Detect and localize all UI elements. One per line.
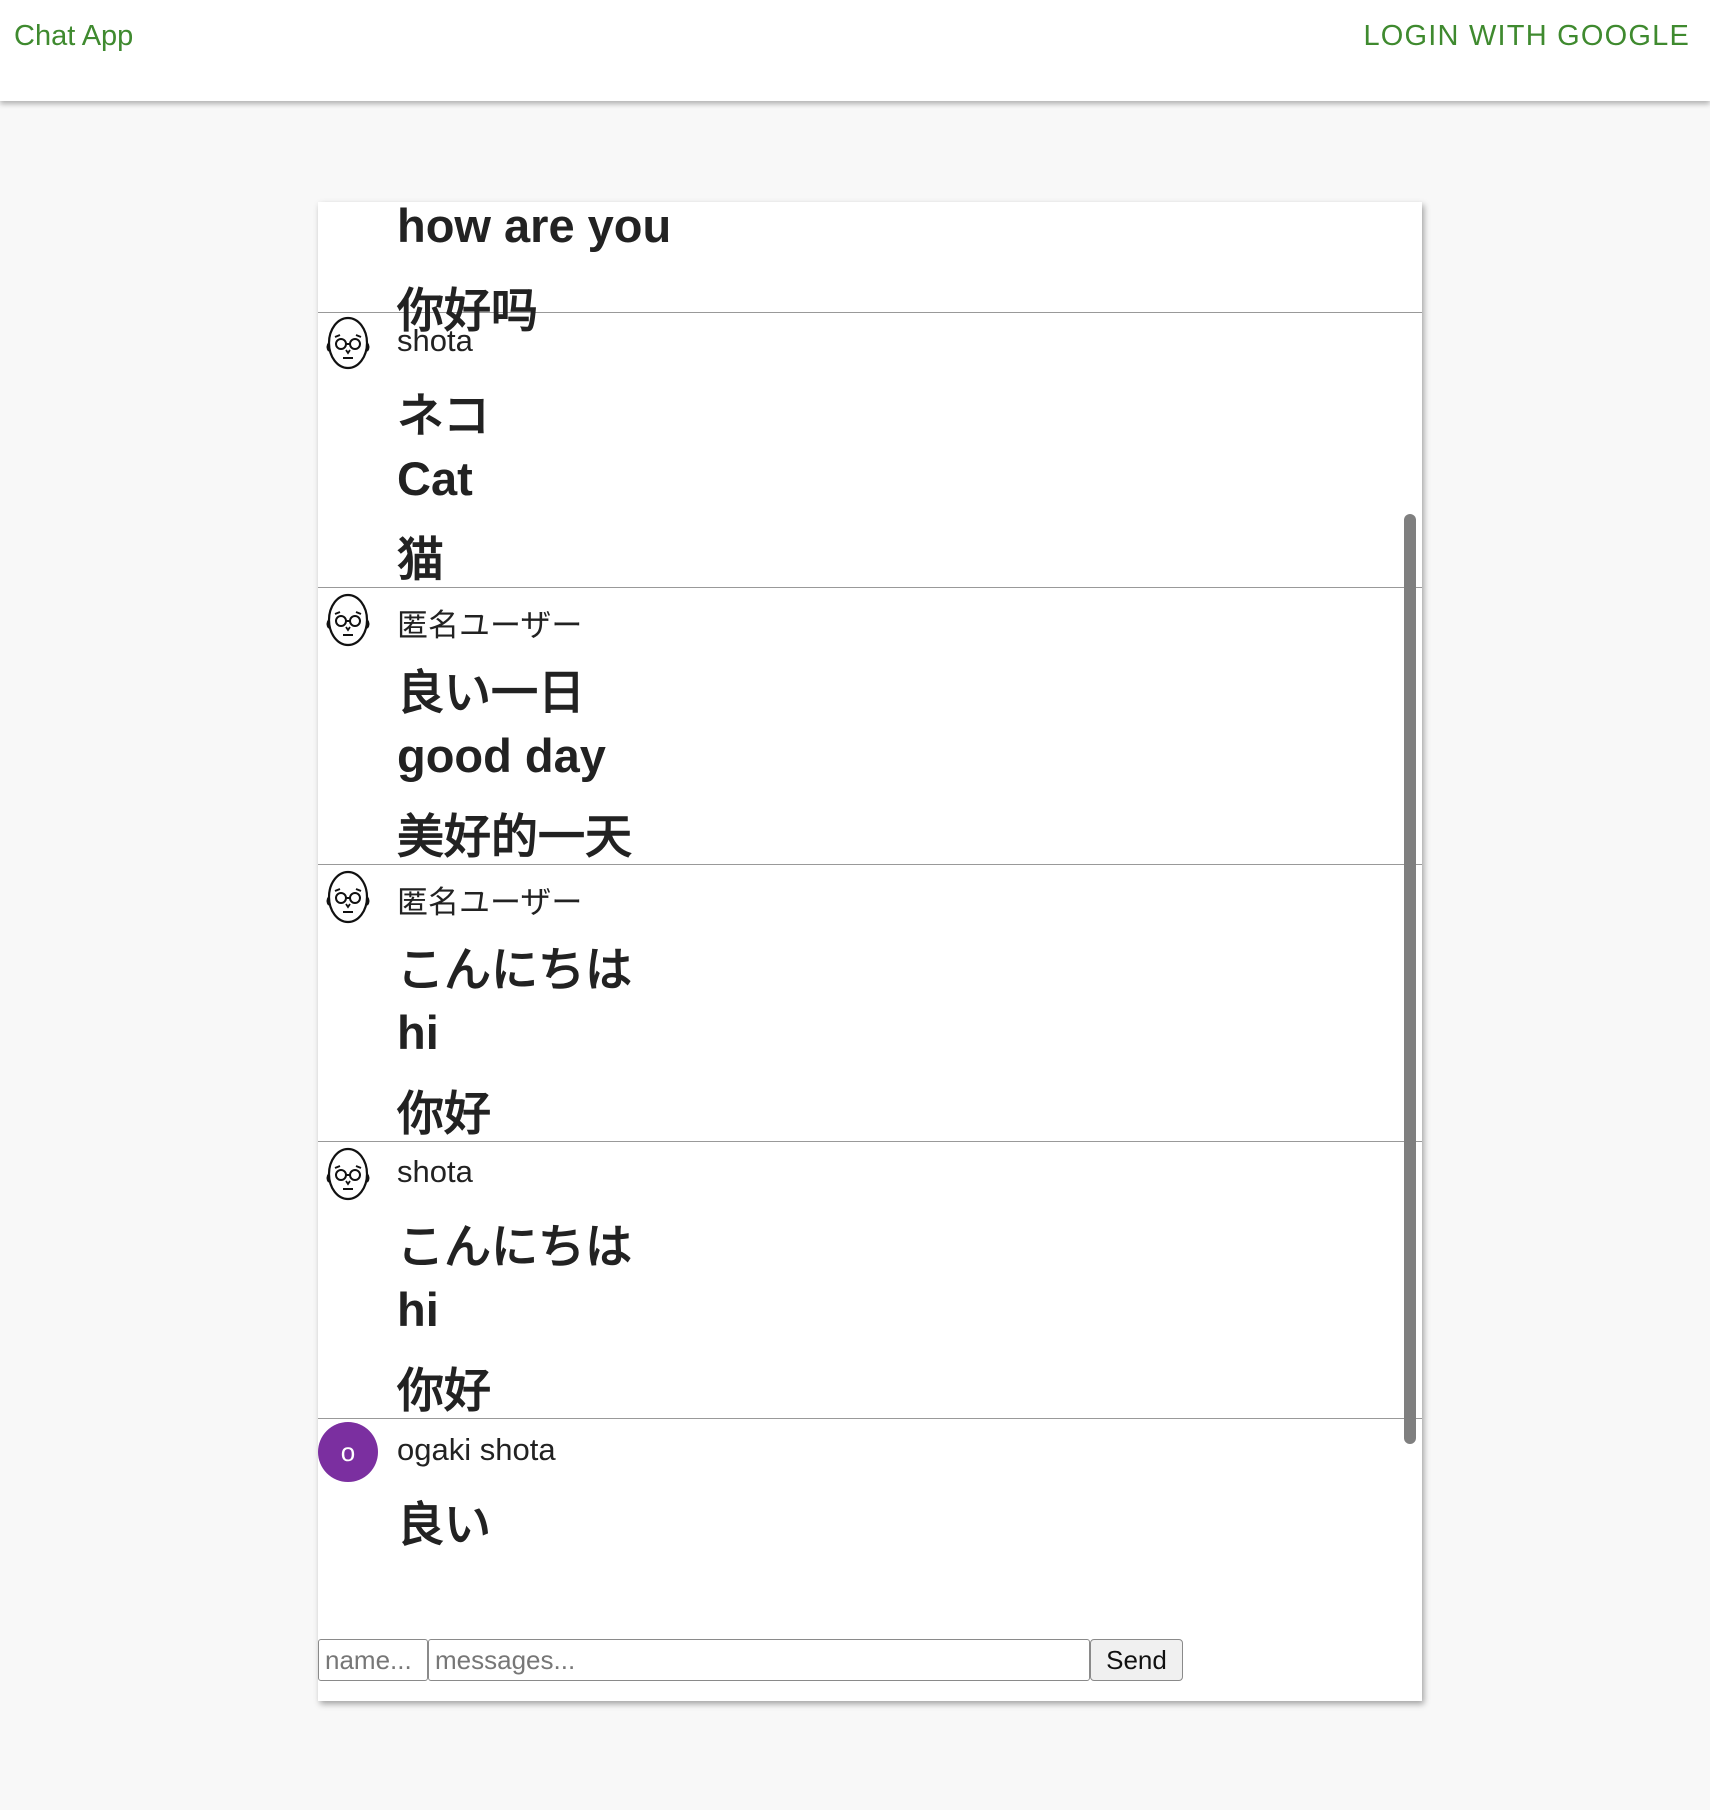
message-username: shota xyxy=(397,1154,473,1189)
message-item: shota こんにちは hi 你好 xyxy=(318,1142,1422,1419)
name-input[interactable] xyxy=(318,1639,428,1681)
message-text: 猫 xyxy=(397,533,444,586)
app-bar: Chat App LOGIN WITH GOOGLE xyxy=(0,0,1710,101)
face-icon xyxy=(324,592,372,648)
scrollbar-thumb[interactable] xyxy=(1404,514,1416,1444)
message-item: 匿名ユーザー 良い一日 good day 美好的一天 xyxy=(318,588,1422,865)
message-text: 美好的一天 xyxy=(397,810,632,863)
message-text: こんにちは xyxy=(397,943,632,996)
message-username: shota xyxy=(397,323,473,358)
message-text: 你好 xyxy=(397,1087,491,1140)
message-username: 匿名ユーザー xyxy=(397,885,583,920)
app-title[interactable]: Chat App xyxy=(14,20,133,53)
message-item: 匿名ユーザー こんにちは hi 你好 xyxy=(318,865,1422,1142)
face-icon xyxy=(324,315,372,371)
face-icon xyxy=(324,1146,372,1202)
message-text: hi xyxy=(397,1006,439,1059)
message-text: こんにちは xyxy=(397,1220,632,1273)
message-text: ネコ xyxy=(397,389,491,442)
user-avatar: o xyxy=(318,1422,378,1482)
login-with-google-button[interactable]: LOGIN WITH GOOGLE xyxy=(1363,20,1690,53)
message-text: hi xyxy=(397,1283,439,1336)
message-text: Cat xyxy=(397,452,473,505)
message-text: 良い xyxy=(397,1498,491,1551)
message-item: shota ネコ Cat 猫 xyxy=(318,311,1422,588)
message-text: good day xyxy=(397,729,606,782)
message-text: 你好 xyxy=(397,1364,491,1417)
message-text: 良い一日 xyxy=(397,666,585,719)
face-icon xyxy=(324,869,372,925)
message-username: ogaki shota xyxy=(397,1432,556,1467)
message-list[interactable]: how are you 你好吗 shota ネコ Cat 猫 匿名ユーザー 良い… xyxy=(318,202,1422,1602)
message-item: o ogaki shota 良い xyxy=(318,1420,1422,1602)
chat-panel: how are you 你好吗 shota ネコ Cat 猫 匿名ユーザー 良い… xyxy=(318,202,1422,1701)
message-username: 匿名ユーザー xyxy=(397,608,583,643)
message-item: how are you 你好吗 xyxy=(318,202,1422,337)
send-button[interactable]: Send xyxy=(1090,1639,1183,1681)
message-text: how are you xyxy=(397,202,672,252)
message-input[interactable] xyxy=(428,1639,1090,1681)
